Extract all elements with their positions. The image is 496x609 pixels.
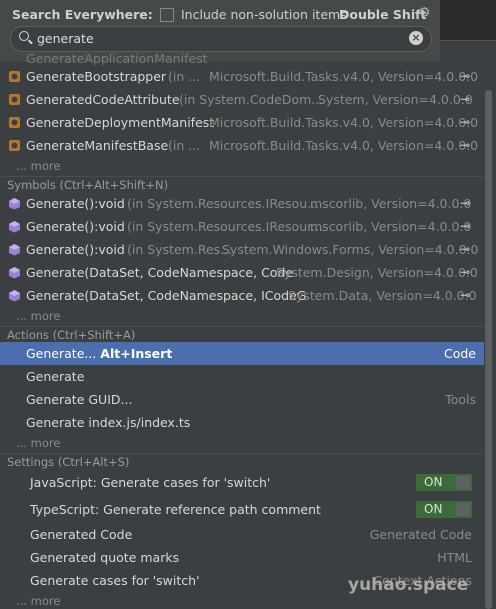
item-name: Generated quote marks [30, 550, 180, 565]
action-group: Code [443, 346, 476, 361]
action-shortcut: Alt+Insert [100, 346, 173, 361]
background-editor-strip [440, 0, 496, 41]
item-assembly: Microsoft.Build.Tasks.v4.0, Version=4.0.… [209, 115, 479, 130]
item-location: (in System.Res... [127, 242, 233, 257]
on-toggle[interactable]: ON [416, 474, 472, 491]
list-item-setting-2[interactable]: Generated Code Generated Code [0, 523, 484, 546]
method-icon [9, 221, 20, 233]
include-non-solution-checkbox[interactable] [160, 8, 174, 22]
actions-more-link[interactable]: ... more [16, 433, 60, 453]
item-name: Generate():void [26, 196, 125, 211]
class-icon [9, 71, 20, 82]
method-icon [9, 244, 20, 256]
item-name: JavaScript: Generate cases for 'switch' [30, 475, 271, 490]
item-name: GenerateBootstrapper [26, 69, 167, 84]
assembly-link-icon: ⊸ [460, 265, 471, 279]
item-assembly: mscorlib, Version=4.0.0.0 [310, 196, 472, 211]
item-name: Generate GUID... [26, 392, 133, 407]
assembly-link-icon: ⊸ [460, 115, 471, 129]
item-name: Generate [26, 369, 85, 384]
list-item-class-0[interactable]: GenerateBootstrapper (in ... Microsoft.B… [0, 65, 484, 88]
item-assembly: mscorlib, Version=4.0.0.0 [310, 219, 472, 234]
item-name: Generate... Alt+Insert [26, 342, 172, 365]
item-location: (in ... [168, 138, 201, 153]
class-icon [9, 94, 20, 105]
item-assembly: Microsoft.Build.Tasks.v4.0, Version=4.0.… [209, 138, 479, 153]
setting-value: HTML [437, 550, 472, 565]
assembly-link-icon: ⊸ [460, 138, 471, 152]
item-name: GeneratedCodeAttribute [26, 92, 180, 107]
list-item-action-1[interactable]: Generate [0, 365, 484, 388]
assembly-link-icon: ⊸ [460, 288, 471, 302]
list-item-action-2[interactable]: Generate GUID... Tools [0, 388, 484, 411]
divider [440, 40, 496, 41]
include-non-solution-label[interactable]: Include non-solution items [181, 7, 347, 22]
item-name: GenerateDeploymentManifest [26, 115, 215, 130]
search-everywhere-popup: Search Everywhere: Include non-solution … [0, 0, 496, 609]
list-item-class-1[interactable]: GeneratedCodeAttribute (in System.CodeDo… [0, 88, 484, 111]
list-item-setting-0[interactable]: JavaScript: Generate cases for 'switch' … [0, 471, 484, 494]
method-icon [9, 198, 20, 210]
assembly-link-icon: ⊸ [460, 196, 471, 210]
assembly-link-icon: ⊸ [460, 242, 471, 256]
list-item-symbol-0[interactable]: Generate():void (in System.Resources.IRe… [0, 192, 484, 215]
classes-more-link[interactable]: ... more [16, 156, 60, 176]
search-field[interactable]: × [10, 26, 432, 52]
scrollbar-thumb[interactable] [485, 90, 492, 609]
action-label: Generate... [26, 346, 101, 361]
list-item-class-3[interactable]: GenerateManifestBase (in ... Microsoft.B… [0, 134, 484, 157]
list-item-symbol-2[interactable]: Generate():void (in System.Res... System… [0, 238, 484, 261]
item-name: Generated Code [30, 527, 133, 542]
item-assembly: System, Version=4.0.0.0 [318, 92, 473, 107]
item-assembly: System.Data, Version=4.0.0.0 [288, 288, 477, 303]
settings-more-link[interactable]: ... more [16, 591, 60, 609]
actions-section-header: Actions (Ctrl+Shift+A) [7, 328, 136, 342]
assembly-link-icon: ⊸ [460, 92, 471, 106]
search-input[interactable] [37, 30, 397, 47]
assembly-link-icon: ⊸ [460, 219, 471, 233]
list-item-symbol-4[interactable]: Generate(DataSet, CodeNamespace, ICodeG … [0, 284, 484, 307]
on-toggle[interactable]: ON [416, 501, 472, 518]
list-item-setting-1[interactable]: TypeScript: Generate reference path comm… [0, 498, 484, 521]
list-item-action-0[interactable]: Generate... Alt+Insert Code [0, 342, 484, 365]
shortcut-hint: Double Shift [339, 7, 427, 22]
action-group: Tools [445, 392, 476, 407]
item-assembly: Microsoft.Build.Tasks.v4.0, Version=4.0.… [209, 69, 479, 84]
item-location: (in System.Resources.IResou... [127, 196, 320, 211]
symbols-more-link[interactable]: ... more [16, 306, 60, 326]
item-name: Generate():void [26, 219, 125, 234]
item-name: Generate(DataSet, CodeNamespace, Code [26, 265, 294, 280]
item-name: GenerateManifestBase [26, 138, 169, 153]
method-icon [9, 267, 20, 279]
item-name: Generate(DataSet, CodeNamespace, ICodeG [26, 288, 307, 303]
gear-icon[interactable]: ⚙ [418, 5, 431, 21]
list-item-class-2[interactable]: GenerateDeploymentManifest Microsoft.Bui… [0, 111, 484, 134]
item-location: (in ... [168, 69, 201, 84]
item-name: Generate index.js/index.ts [26, 415, 191, 430]
watermark: yuhao.space [348, 575, 469, 595]
item-name: Generate cases for 'switch' [30, 573, 200, 588]
results-list: GenerateApplicationManifest GenerateBoot… [0, 52, 484, 609]
search-icon [19, 31, 29, 41]
class-icon [9, 117, 20, 128]
list-item-symbol-1[interactable]: Generate():void (in System.Resources.IRe… [0, 215, 484, 238]
popup-title: Search Everywhere: [12, 7, 153, 22]
list-item-setting-3[interactable]: Generated quote marks HTML [0, 546, 484, 569]
item-assembly: System.Windows.Forms, Version=4.0.0.0 [222, 242, 479, 257]
item-location: (in System.CodeDom... [179, 92, 324, 107]
item-name: Generate():void [26, 242, 125, 257]
clear-search-icon[interactable]: × [409, 31, 423, 45]
item-location: (in System.Resources.IResour... [127, 219, 324, 234]
symbols-section-header: Symbols (Ctrl+Alt+Shift+N) [7, 178, 169, 192]
list-item-action-3[interactable]: Generate index.js/index.ts [0, 411, 484, 434]
settings-section-header: Settings (Ctrl+Alt+S) [7, 455, 130, 469]
list-item-symbol-3[interactable]: Generate(DataSet, CodeNamespace, Code Sy… [0, 261, 484, 284]
class-icon [9, 140, 20, 151]
item-assembly: System.Design, Version=4.0.0.0 [276, 265, 478, 280]
item-name: TypeScript: Generate reference path comm… [30, 502, 321, 517]
setting-value: Generated Code [369, 527, 472, 542]
method-icon [9, 290, 20, 302]
assembly-link-icon: ⊸ [460, 69, 471, 83]
